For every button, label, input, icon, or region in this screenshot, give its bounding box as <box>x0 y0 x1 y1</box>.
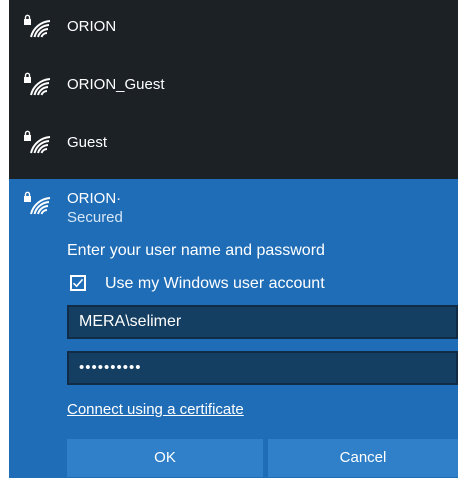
credentials-prompt: Enter your user name and password <box>67 242 325 259</box>
connect-using-certificate-link[interactable]: Connect using a certificate <box>67 401 244 418</box>
network-name: ORION <box>67 18 117 35</box>
username-field[interactable]: MERA\selimer <box>67 305 458 339</box>
password-field[interactable]: •••••••••• <box>67 351 458 385</box>
network-status: Secured <box>67 209 123 226</box>
use-windows-account-checkbox[interactable] <box>70 275 86 291</box>
checkmark-icon <box>72 278 84 288</box>
wifi-network-panel: ORION ORION_Guest Guest ORION· Secured E… <box>9 0 458 478</box>
selected-network-orion: ORION· Secured Enter your user name and … <box>9 179 458 478</box>
secured-wifi-icon <box>21 14 53 47</box>
network-name: Guest <box>67 134 108 151</box>
network-item-orion-guest[interactable]: ORION_Guest <box>9 58 458 116</box>
cancel-button[interactable]: Cancel <box>268 439 458 477</box>
secured-wifi-icon <box>21 130 53 163</box>
use-windows-account-label[interactable]: Use my Windows user account <box>105 275 325 293</box>
ok-button[interactable]: OK <box>67 439 263 477</box>
secured-wifi-icon <box>21 191 53 224</box>
network-item-orion[interactable]: ORION <box>9 0 458 58</box>
network-name: ORION_Guest <box>67 76 165 93</box>
secured-wifi-icon <box>21 72 53 105</box>
selected-network-name: ORION· <box>67 190 122 207</box>
network-item-guest[interactable]: Guest <box>9 116 458 174</box>
